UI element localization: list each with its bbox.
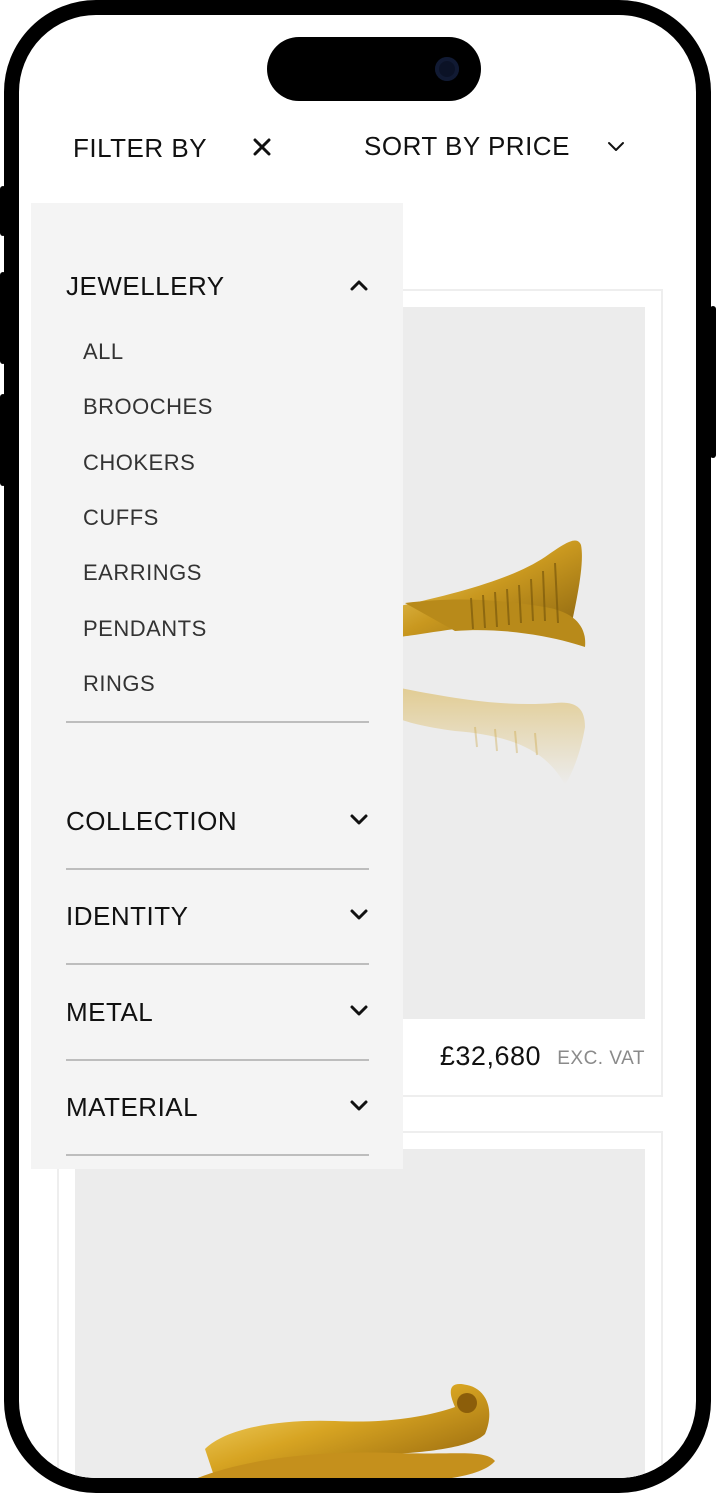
filter-section-material[interactable]: MATERIAL [66, 1092, 369, 1123]
divider [66, 1059, 369, 1061]
divider [66, 963, 369, 965]
chevron-down-icon[interactable] [349, 908, 369, 922]
filter-section-metal[interactable]: METAL [66, 997, 369, 1028]
filter-by-title: FILTER BY [73, 133, 208, 163]
chevron-down-icon[interactable] [349, 813, 369, 827]
filter-section-identity[interactable]: IDENTITY [66, 901, 369, 932]
divider [66, 868, 369, 870]
chevron-down-icon[interactable] [607, 140, 625, 154]
filter-panel: JEWELLERY ALL BROOCHES CHOKERS CUFFS EAR… [31, 203, 403, 1169]
filter-section-jewellery[interactable]: JEWELLERY [66, 271, 369, 302]
section-label: COLLECTION [66, 806, 238, 836]
filter-option-earrings[interactable]: EARRINGS [83, 560, 202, 586]
phone-frame: FILTER BY SORT BY PRICE £32,680 EXC. VAT… [4, 0, 711, 1493]
filter-option-brooches[interactable]: BROOCHES [83, 394, 213, 420]
filter-option-all[interactable]: ALL [83, 339, 124, 365]
dynamic-island [267, 37, 481, 101]
filter-section-collection[interactable]: COLLECTION [66, 806, 369, 837]
filter-option-cuffs[interactable]: CUFFS [83, 505, 159, 531]
product-card[interactable] [57, 1131, 663, 1478]
divider [66, 1154, 369, 1156]
section-label: MATERIAL [66, 1092, 199, 1122]
front-camera [435, 57, 459, 81]
section-label: IDENTITY [66, 901, 189, 931]
section-label: METAL [66, 997, 154, 1027]
sort-by-price-button[interactable]: SORT BY PRICE [364, 131, 570, 162]
chevron-up-icon[interactable] [349, 278, 369, 292]
divider [66, 721, 369, 723]
chevron-down-icon[interactable] [349, 1099, 369, 1113]
screen: FILTER BY SORT BY PRICE £32,680 EXC. VAT… [19, 15, 696, 1478]
close-icon[interactable] [251, 136, 273, 158]
product-image[interactable] [75, 1149, 645, 1478]
product-price: £32,680 [439, 1041, 541, 1071]
filter-option-pendants[interactable]: PENDANTS [83, 616, 207, 642]
section-label: JEWELLERY [66, 271, 225, 301]
filter-option-rings[interactable]: RINGS [83, 671, 155, 697]
filter-option-chokers[interactable]: CHOKERS [83, 450, 195, 476]
vat-note: EXC. VAT [557, 1048, 645, 1069]
gold-bangle-illustration [197, 1384, 495, 1478]
chevron-down-icon[interactable] [349, 1004, 369, 1018]
